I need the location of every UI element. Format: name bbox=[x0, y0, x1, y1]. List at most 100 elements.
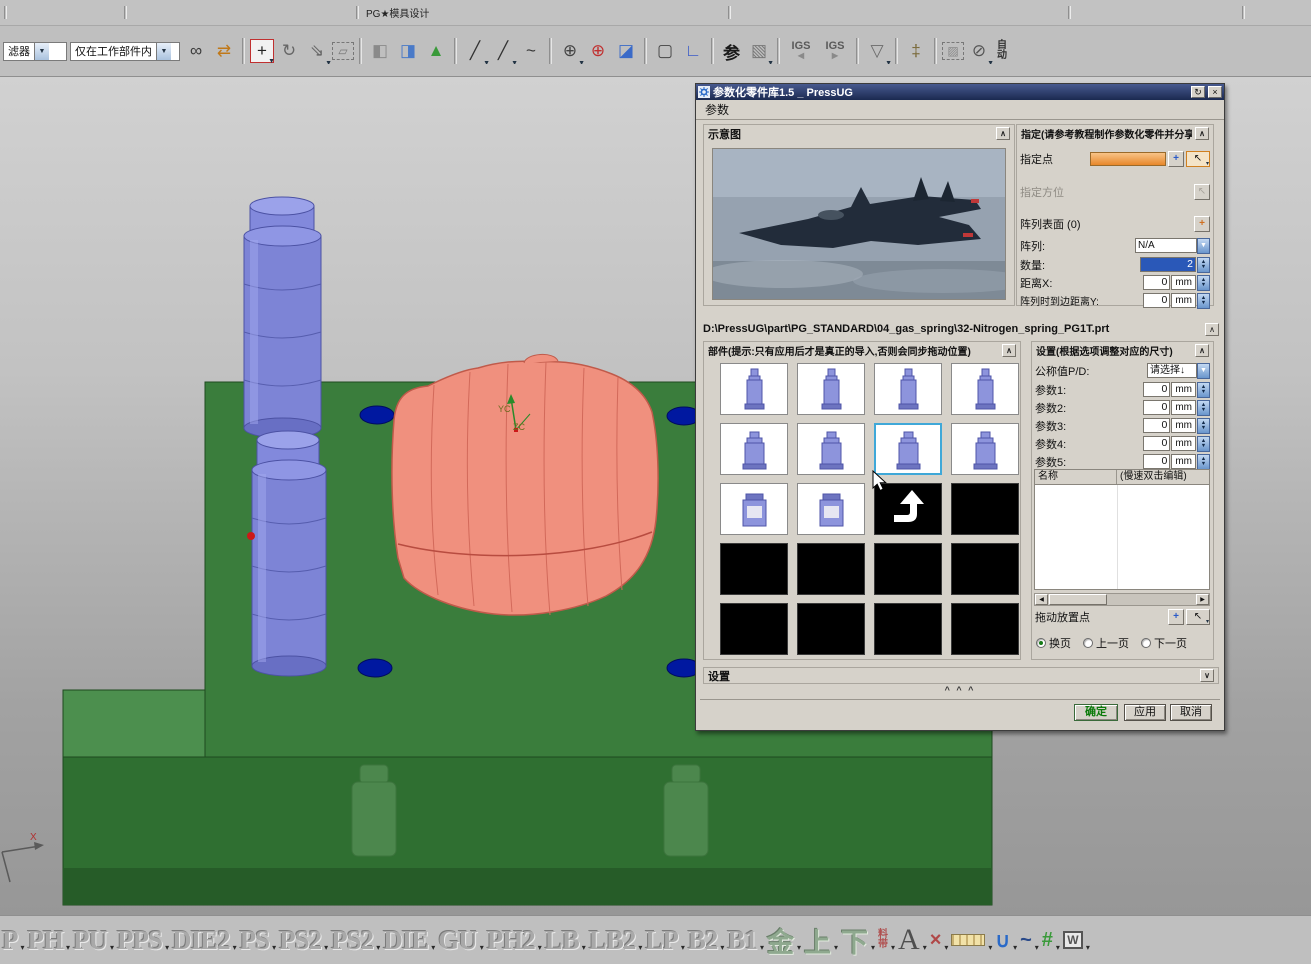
part-thumbnail[interactable] bbox=[874, 363, 942, 415]
drag-point-constructor-button[interactable]: + bbox=[1168, 608, 1184, 625]
param-value-field[interactable]: 0 bbox=[1143, 454, 1171, 469]
part-thumbnail-empty[interactable] bbox=[951, 603, 1019, 655]
part-thumbnail-empty[interactable] bbox=[951, 483, 1019, 535]
spinner[interactable]: ▲ ▼ bbox=[1197, 399, 1210, 416]
distance-x-field[interactable]: 0 bbox=[1143, 275, 1171, 290]
array-surface-select-button[interactable]: + bbox=[1194, 215, 1210, 232]
section-cut-icon[interactable]: ◪ bbox=[613, 38, 639, 64]
drag-point-icon[interactable]: ⇘ ▼ bbox=[304, 38, 332, 64]
distance-y-spinner[interactable]: ▲ ▼ bbox=[1197, 292, 1210, 309]
stamp-pu[interactable]: PU bbox=[73, 925, 108, 956]
radio-circle-icon[interactable] bbox=[1141, 638, 1151, 648]
part-thumbnail[interactable] bbox=[720, 363, 788, 415]
triad-icon[interactable]: ▲ bbox=[423, 38, 449, 64]
stamp-gu[interactable]: GU bbox=[438, 925, 477, 956]
radio-option[interactable]: 下一页 bbox=[1141, 635, 1187, 651]
horizontal-scrollbar[interactable]: ◀ ▶ bbox=[1034, 593, 1210, 606]
dropdown-arrow-icon[interactable]: ▼ bbox=[767, 60, 774, 64]
lower-plate-top-sliver[interactable] bbox=[62, 689, 206, 758]
igs-export-button[interactable]: IGS ▶ bbox=[819, 38, 851, 64]
dropdown-arrow-icon[interactable]: ▾ bbox=[1086, 943, 1090, 960]
collapse-up-icon[interactable]: ∧ bbox=[1195, 344, 1209, 357]
dropdown-arrow-icon[interactable]: ▾ bbox=[720, 943, 724, 960]
wireframe-cube-icon[interactable]: ◧ bbox=[367, 38, 393, 64]
chevron-down-icon[interactable]: ▼ bbox=[1197, 237, 1210, 254]
bucket-icon[interactable]: ∪ bbox=[995, 928, 1010, 953]
dropdown-arrow-icon[interactable]: ▾ bbox=[66, 943, 70, 960]
text-annotation-button[interactable]: A bbox=[898, 923, 920, 957]
dropdown-arrow-icon[interactable]: ▼ bbox=[268, 58, 275, 64]
spinner[interactable]: ▲ ▼ bbox=[1197, 381, 1210, 398]
dialog-titlebar[interactable]: 参数化零件库1.5 _ PressUG ↻ × bbox=[696, 84, 1224, 100]
part-thumbnail-empty[interactable] bbox=[874, 543, 942, 595]
scrollbar-thumb[interactable] bbox=[1049, 594, 1107, 605]
part-thumbnail-empty[interactable] bbox=[720, 603, 788, 655]
dropdown-arrow-icon[interactable]: ▾ bbox=[944, 943, 948, 960]
menu-parameters[interactable]: 参数 bbox=[705, 101, 729, 118]
column-name[interactable]: 名称 bbox=[1035, 470, 1117, 484]
drag-point-select-button[interactable]: ↖ ▾ bbox=[1186, 608, 1210, 625]
unit-dropdown[interactable]: mm bbox=[1171, 382, 1196, 397]
toolbar-grip[interactable] bbox=[728, 6, 731, 19]
apply-button[interactable]: 应用 bbox=[1124, 704, 1166, 721]
part-thumbnail-empty[interactable] bbox=[874, 603, 942, 655]
point-constructor-button[interactable]: + bbox=[1168, 150, 1184, 167]
lasso-select-icon[interactable]: ▱ bbox=[332, 42, 354, 60]
can-reference-button[interactable]: 参 bbox=[719, 38, 744, 64]
chevron-down-icon[interactable]: ▼ bbox=[1197, 362, 1210, 379]
stamp-die2[interactable]: DIE2 bbox=[172, 925, 231, 956]
stamp-ph[interactable]: PH bbox=[28, 925, 64, 956]
fit-view-icon[interactable]: ▢ bbox=[652, 38, 678, 64]
dropdown-arrow-icon[interactable]: ▾ bbox=[638, 943, 642, 960]
part-thumbnail[interactable] bbox=[720, 423, 788, 475]
part-thumbnail[interactable] bbox=[797, 483, 865, 535]
dialog-collapse-handle[interactable]: ^ ^ ^ bbox=[696, 685, 1224, 695]
collapse-up-icon[interactable]: ∧ bbox=[1002, 344, 1016, 357]
stamp-die[interactable]: DIE bbox=[383, 925, 429, 956]
quantity-spinner[interactable]: ▲ ▼ bbox=[1197, 256, 1210, 273]
section-settings-collapsed[interactable]: 设置 ∨ bbox=[703, 667, 1219, 684]
nominal-dropdown-value[interactable]: 请选择↓ bbox=[1147, 363, 1197, 378]
collapse-up-icon[interactable]: ∧ bbox=[996, 127, 1010, 140]
dropdown-arrow-icon[interactable]: ▾ bbox=[1206, 160, 1209, 167]
dropdown-arrow-icon[interactable]: ▾ bbox=[834, 943, 838, 960]
dropdown-arrow-icon[interactable]: ▾ bbox=[480, 943, 484, 960]
bolt-hole[interactable] bbox=[359, 405, 395, 425]
stamp-lb[interactable]: LB bbox=[545, 925, 580, 956]
stamp-ps[interactable]: PS bbox=[240, 925, 270, 956]
quantity-field[interactable]: 2 bbox=[1140, 257, 1196, 272]
nitrogen-spring-front[interactable] bbox=[251, 430, 327, 677]
point-select-button[interactable]: ↖ ▾ bbox=[1186, 150, 1210, 167]
toolbar-grip[interactable] bbox=[4, 6, 7, 19]
dropdown-arrow-icon[interactable]: ▾ bbox=[891, 943, 895, 960]
param-value-field[interactable]: 0 bbox=[1143, 382, 1171, 397]
scroll-right-icon[interactable]: ▶ bbox=[1196, 594, 1209, 605]
selection-filter-combo[interactable]: 滤器 ▼ bbox=[3, 41, 67, 61]
dropdown-arrow-icon[interactable]: ▼ bbox=[987, 60, 994, 64]
radio-option[interactable]: 上一页 bbox=[1083, 635, 1129, 651]
nitrogen-spring-rear[interactable] bbox=[243, 196, 322, 439]
dropdown-arrow-icon[interactable]: ▾ bbox=[988, 943, 992, 960]
unit-dropdown[interactable]: mm bbox=[1171, 418, 1196, 433]
chain-link-icon[interactable]: ∞ bbox=[183, 38, 209, 64]
dropdown-arrow-icon[interactable]: ▾ bbox=[923, 943, 927, 960]
dropdown-arrow-icon[interactable]: ▾ bbox=[272, 943, 276, 960]
snap-point-icon[interactable]: + ▼ bbox=[250, 39, 275, 64]
ok-button[interactable]: 确定 bbox=[1074, 704, 1118, 721]
part-thumbnail-empty[interactable] bbox=[797, 543, 865, 595]
dropdown-arrow-icon[interactable]: ▾ bbox=[681, 943, 685, 960]
param-value-field[interactable]: 0 bbox=[1143, 436, 1171, 451]
dimension-icon[interactable]: × bbox=[930, 929, 942, 952]
line-icon[interactable]: ╱ ▼ bbox=[462, 38, 490, 64]
dropdown-arrow-icon[interactable]: ▼ bbox=[483, 60, 490, 64]
dropdown-arrow-icon[interactable]: ▾ bbox=[324, 943, 328, 960]
collapse-up-icon[interactable]: ∧ bbox=[1195, 127, 1209, 140]
toolbar-grip[interactable] bbox=[1242, 6, 1245, 19]
part-thumbnail-empty[interactable] bbox=[797, 603, 865, 655]
dropdown-arrow-icon[interactable]: ▾ bbox=[871, 943, 875, 960]
dropdown-arrow-icon[interactable]: ▼ bbox=[325, 60, 332, 64]
param-value-field[interactable]: 0 bbox=[1143, 400, 1171, 415]
unit-dropdown[interactable]: mm bbox=[1171, 454, 1196, 469]
swoosh-icon[interactable]: ~ bbox=[1020, 929, 1032, 952]
restore-button[interactable]: ↻ bbox=[1191, 86, 1205, 98]
